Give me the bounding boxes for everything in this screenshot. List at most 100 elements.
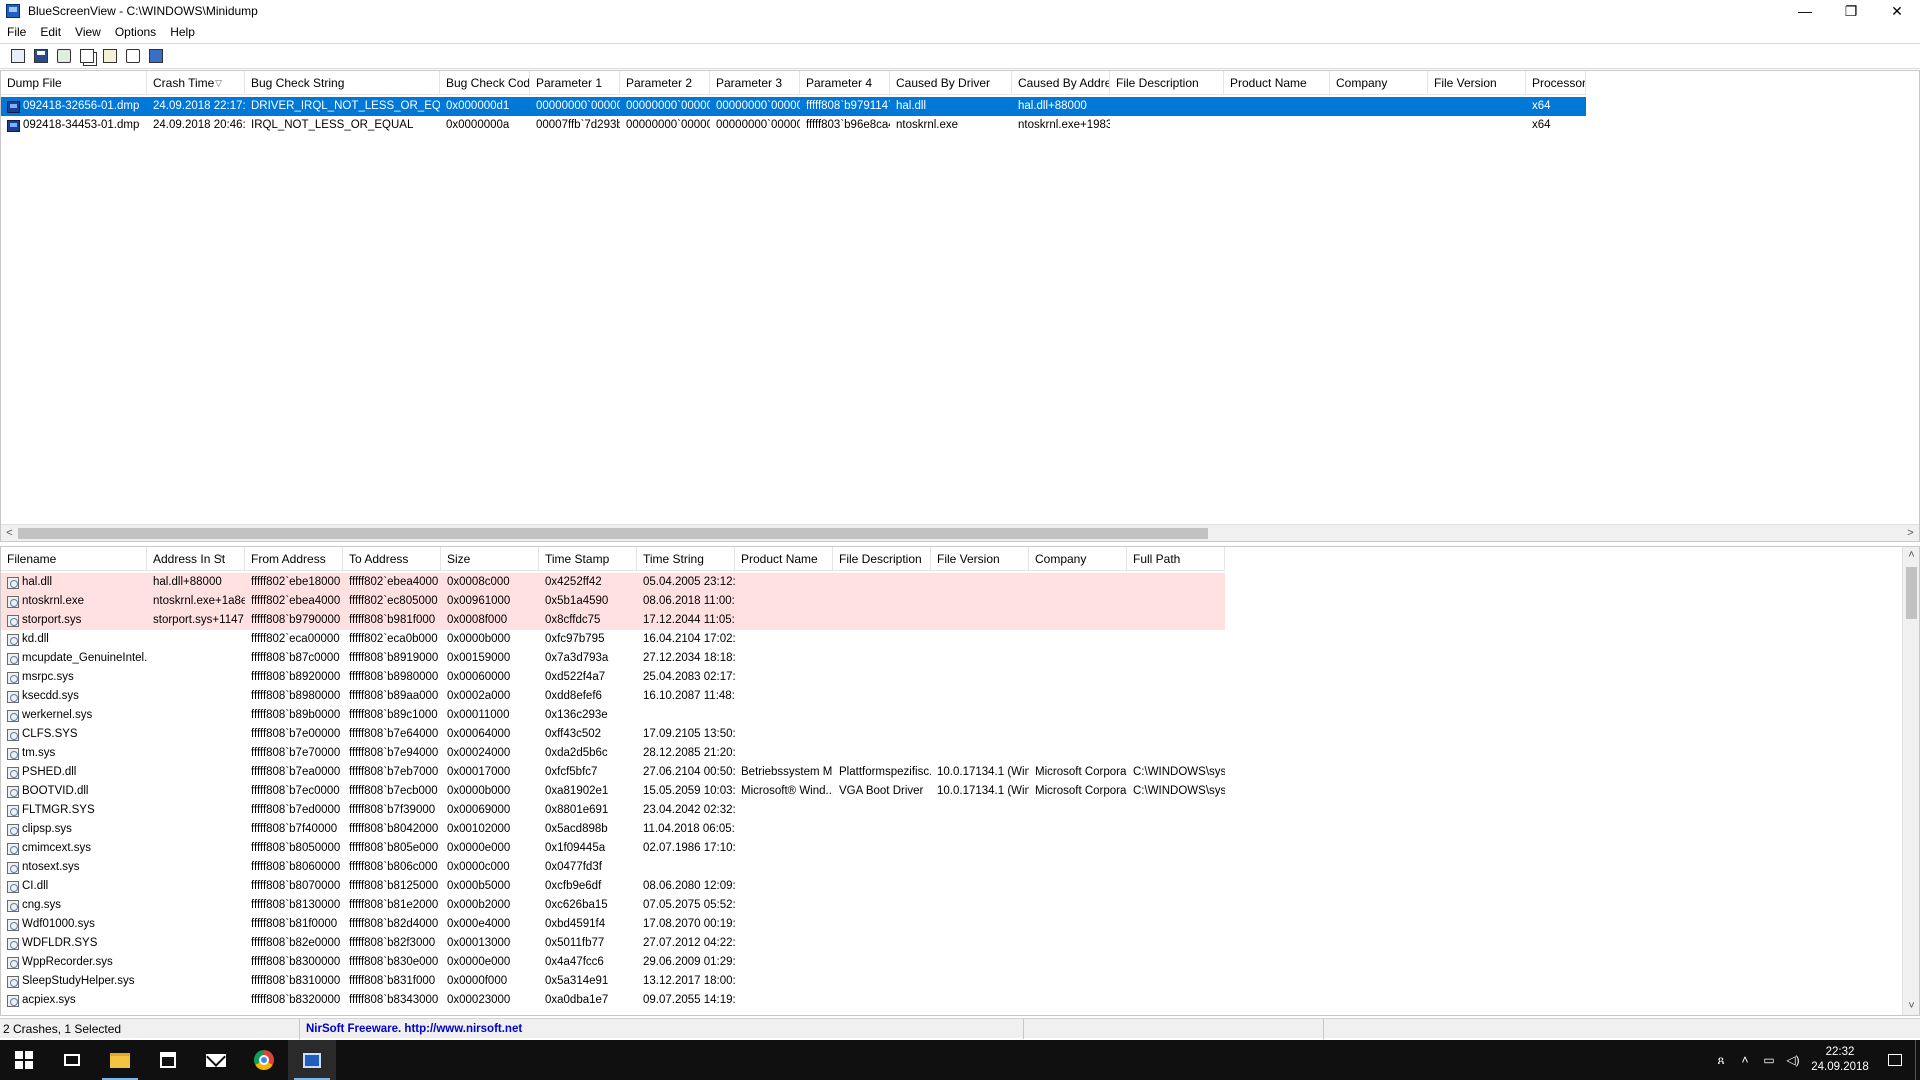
module-row[interactable]: CLFS.SYS fffff808`b7e00000 fffff808`b7e640… <box>1 725 1225 744</box>
module-row[interactable]: BOOTVID.dll fffff808`b7ec0000 fffff808`b7e… <box>1 782 1225 801</box>
module-row[interactable]: msrpc.sys fffff808`b8920000 fffff808`b8980… <box>1 668 1225 687</box>
network-icon[interactable]: ▭ <box>1757 1040 1781 1080</box>
column-header[interactable]: Parameter 4 <box>800 71 890 95</box>
module-row[interactable]: SleepStudyHelper.sys fffff808`b8310000 fff… <box>1 972 1225 991</box>
menu-view[interactable]: View <box>68 25 108 39</box>
module-row[interactable]: Wdf01000.sys fffff808`b81f0000 fffff808`b8… <box>1 915 1225 934</box>
module-row[interactable]: werkernel.sys fffff808`b89b0000 fffff808`b… <box>1 706 1225 725</box>
column-header[interactable]: Parameter 2 <box>620 71 710 95</box>
column-header[interactable]: Product Name <box>735 547 833 571</box>
cell-text: 27.06.2104 00:50:47 <box>643 766 735 778</box>
column-header[interactable]: Caused By Driver <box>890 71 1012 95</box>
module-row[interactable]: cng.sys fffff808`b8130000 fffff808`b81e200… <box>1 896 1225 915</box>
module-row[interactable]: ksecdd.sys fffff808`b8980000 fffff808`b89a… <box>1 687 1225 706</box>
refresh-button[interactable] <box>54 46 74 66</box>
column-header[interactable]: Bug Check String <box>245 71 440 95</box>
menu-help[interactable]: Help <box>163 25 202 39</box>
file-explorer-button[interactable] <box>96 1040 144 1080</box>
clock[interactable]: 22:32 24.09.2018 <box>1805 1045 1875 1075</box>
module-row[interactable]: WppRecorder.sys fffff808`b8300000 fffff808… <box>1 953 1225 972</box>
column-header[interactable]: Crash Time ▽ <box>147 71 245 95</box>
people-icon[interactable]: ጸ <box>1709 1040 1733 1080</box>
column-header[interactable]: File Description <box>1110 71 1224 95</box>
hscroll-thumb[interactable] <box>18 528 1208 539</box>
column-header[interactable]: Product Name <box>1224 71 1330 95</box>
module-row[interactable]: storport.sys storport.sys+1147 fffff808`b9… <box>1 611 1225 630</box>
column-header[interactable]: From Address <box>245 547 343 571</box>
column-header[interactable]: Processor <box>1526 71 1586 95</box>
save-as-button[interactable] <box>8 46 28 66</box>
table-cell <box>931 725 1029 744</box>
table-cell: 0x00024000 <box>441 744 539 763</box>
crash-list-hscrollbar[interactable]: < > <box>1 524 1919 541</box>
crash-row[interactable]: 092418-32656-01.dmp 24.09.2018 22:17:29 DR… <box>1 97 1586 116</box>
module-row[interactable]: hal.dll hal.dll+88000 fffff802`ebe18000 fff… <box>1 573 1225 592</box>
show-hidden-icons-icon[interactable]: ˄ <box>1733 1040 1757 1080</box>
table-cell <box>931 953 1029 972</box>
save-button[interactable] <box>31 46 51 66</box>
column-header[interactable]: Company <box>1330 71 1428 95</box>
column-header[interactable]: Caused By Address <box>1012 71 1110 95</box>
cell-text: 0x00069000 <box>447 804 511 816</box>
column-header[interactable]: File Description <box>833 547 931 571</box>
column-header[interactable]: Parameter 1 <box>530 71 620 95</box>
scroll-down-icon[interactable]: ˅ <box>1903 998 1919 1015</box>
column-header[interactable]: Filename <box>1 547 147 571</box>
column-header[interactable]: Bug Check Code <box>440 71 530 95</box>
scroll-right-icon[interactable]: > <box>1902 525 1919 541</box>
column-header[interactable]: File Version <box>1428 71 1526 95</box>
column-header[interactable]: To Address <box>343 547 441 571</box>
module-row[interactable]: kd.dll fffff802`eca00000 fffff802`eca0b000… <box>1 630 1225 649</box>
column-header[interactable]: Address In St / <box>147 547 245 571</box>
module-row[interactable]: clipsp.sys fffff808`b7f40000 fffff808`b804… <box>1 820 1225 839</box>
menu-edit[interactable]: Edit <box>33 25 68 39</box>
start-button[interactable] <box>0 1040 48 1080</box>
scroll-left-icon[interactable]: < <box>1 525 18 541</box>
column-header[interactable]: Dump File <box>1 71 147 95</box>
module-row[interactable]: CI.dll fffff808`b8070000 fffff808`b8125000… <box>1 877 1225 896</box>
exit-button[interactable] <box>146 46 166 66</box>
close-button[interactable]: ✕ <box>1874 0 1920 22</box>
cell-text: cmimcext.sys <box>22 842 91 854</box>
module-row[interactable]: cmimcext.sys fffff808`b8050000 fffff808`b8… <box>1 839 1225 858</box>
module-row[interactable]: mcupdate_GenuineIntel.dll fffff808`b87c00… <box>1 649 1225 668</box>
module-list[interactable]: Filename Address In St / From Address To Add… <box>0 546 1920 1016</box>
menu-file[interactable]: File <box>0 25 33 39</box>
module-row[interactable]: acpiex.sys fffff808`b8320000 fffff808`b834… <box>1 991 1225 1010</box>
column-header[interactable]: File Version <box>931 547 1029 571</box>
column-header[interactable]: Time String <box>637 547 735 571</box>
menu-options[interactable]: Options <box>108 25 163 39</box>
mail-button[interactable] <box>192 1040 240 1080</box>
module-row[interactable]: ntosext.sys fffff808`b8060000 fffff808`b80… <box>1 858 1225 877</box>
show-desktop-button[interactable] <box>1915 1040 1920 1080</box>
action-center-button[interactable] <box>1875 1040 1915 1080</box>
copy-button[interactable] <box>77 46 97 66</box>
crash-list[interactable]: Dump File Crash Time ▽ Bug Check String Bug … <box>0 70 1920 542</box>
module-row[interactable]: ntoskrnl.exe ntoskrnl.exe+1a8e69 fffff802`… <box>1 592 1225 611</box>
bluescreenview-taskbar-button[interactable] <box>288 1040 336 1080</box>
column-header[interactable]: Company <box>1029 547 1127 571</box>
chrome-button[interactable] <box>240 1040 288 1080</box>
find-button[interactable] <box>123 46 143 66</box>
column-header[interactable]: Time Stamp <box>539 547 637 571</box>
properties-button[interactable] <box>100 46 120 66</box>
cell-text: 00000000`000000 <box>626 100 710 112</box>
module-row[interactable]: WDFLDR.SYS fffff808`b82e0000 fffff808`b82f… <box>1 934 1225 953</box>
column-header[interactable]: Size <box>441 547 539 571</box>
module-list-vscrollbar[interactable]: ˄ ˅ <box>1902 547 1919 1015</box>
nirsoft-link[interactable]: NirSoft Freeware. http://www.nirsoft.net <box>300 1018 1024 1039</box>
restore-button[interactable]: ❐ <box>1828 0 1874 22</box>
vscroll-thumb[interactable] <box>1906 567 1917 619</box>
scroll-up-icon[interactable]: ˄ <box>1903 547 1919 564</box>
store-button[interactable] <box>144 1040 192 1080</box>
table-cell: CLFS.SYS <box>1 725 147 744</box>
module-row[interactable]: PSHED.dll fffff808`b7ea0000 fffff808`b7eb7… <box>1 763 1225 782</box>
module-row[interactable]: FLTMGR.SYS fffff808`b7ed0000 fffff808`b7f3… <box>1 801 1225 820</box>
crash-row[interactable]: 092418-34453-01.dmp 24.09.2018 20:46:30 IR… <box>1 116 1586 135</box>
minimize-button[interactable]: — <box>1782 0 1828 22</box>
volume-icon[interactable]: ◁) <box>1781 1040 1805 1080</box>
module-row[interactable]: tm.sys fffff808`b7e70000 fffff808`b7e94000… <box>1 744 1225 763</box>
column-header[interactable]: Parameter 3 <box>710 71 800 95</box>
column-header[interactable]: Full Path <box>1127 547 1225 571</box>
task-view-button[interactable] <box>48 1040 96 1080</box>
